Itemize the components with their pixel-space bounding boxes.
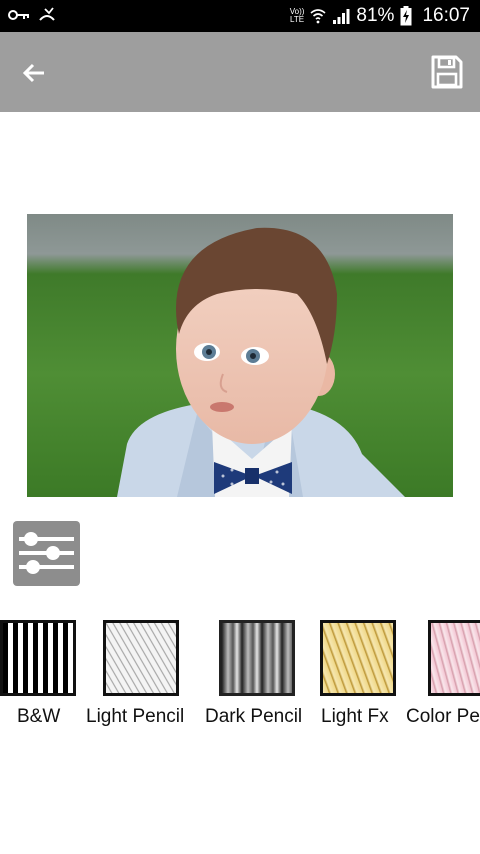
filter-thumbnail — [219, 620, 295, 696]
filter-label: Color Pencil — [406, 706, 480, 727]
filter-thumbnail — [0, 620, 76, 696]
adjust-settings-button[interactable] — [13, 521, 80, 586]
photo-preview — [27, 214, 453, 497]
clock: 16:07 — [422, 5, 470, 26]
sliders-icon — [19, 532, 74, 574]
filter-label: Light Pencil — [86, 706, 185, 727]
key-icon — [8, 10, 29, 20]
battery-charging-icon — [400, 6, 412, 26]
filter-label: B&W — [17, 706, 61, 727]
arrow-back-icon — [22, 63, 44, 83]
app-toolbar — [0, 32, 480, 112]
filter-thumbnail — [320, 620, 396, 696]
missed-call-icon — [39, 7, 55, 21]
status-bar: Vo)) LTE 81% 16:07 — [0, 0, 480, 32]
filter-label: Dark Pencil — [205, 706, 303, 727]
filter-strip[interactable]: B&W Light Pencil Dark Pencil Light Fx Co… — [0, 620, 480, 730]
floppy-disk-icon — [431, 55, 463, 89]
filter-thumbnail — [103, 620, 179, 696]
back-button[interactable] — [18, 57, 50, 89]
battery-percent: 81% — [356, 5, 395, 26]
filter-thumbnail — [428, 620, 480, 696]
filter-label: Light Fx — [321, 706, 389, 727]
save-button[interactable] — [430, 54, 464, 90]
child-portrait-image — [117, 227, 405, 497]
volte-indicator: Vo)) LTE — [289, 7, 305, 24]
wifi-icon — [310, 9, 326, 24]
signal-icon — [333, 9, 350, 24]
